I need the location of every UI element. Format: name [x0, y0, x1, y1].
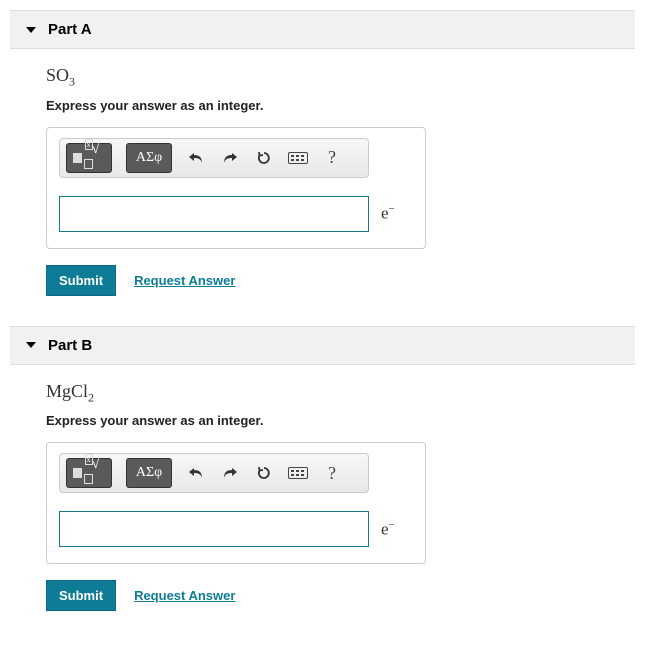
part-a-body: SO3 Express your answer as an integer. x… — [10, 49, 635, 306]
undo-icon — [188, 466, 204, 480]
part-b-actions: Submit Request Answer — [46, 580, 599, 611]
answer-unit: e− — [381, 203, 395, 224]
part-a-title: Part A — [48, 21, 92, 38]
greek-symbols-button[interactable]: ΑΣφ — [126, 458, 172, 488]
part-b-title: Part B — [48, 337, 92, 354]
caret-down-icon — [26, 342, 36, 348]
formula-base: SO — [46, 65, 69, 85]
part-b-section: Part B MgCl2 Express your answer as an i… — [10, 326, 635, 622]
request-answer-link[interactable]: Request Answer — [134, 273, 235, 288]
input-row: e− — [59, 511, 413, 547]
part-a-header[interactable]: Part A — [10, 10, 635, 49]
square-icon — [73, 468, 82, 478]
reset-icon — [256, 465, 272, 481]
redo-icon — [222, 151, 238, 165]
reset-icon — [256, 150, 272, 166]
answer-unit: e− — [381, 519, 395, 540]
unit-base: e — [381, 204, 389, 223]
unit-base: e — [381, 520, 389, 539]
answer-input[interactable] — [59, 511, 369, 547]
reset-button[interactable] — [254, 147, 274, 169]
answer-toolbar: x√ ΑΣφ ? — [59, 138, 369, 178]
undo-button[interactable] — [186, 462, 206, 484]
caret-down-icon — [26, 27, 36, 33]
radical-icon: x√ — [84, 456, 105, 490]
answer-toolbar: x√ ΑΣφ ? — [59, 453, 369, 493]
unit-sup: − — [389, 519, 395, 531]
keyboard-button[interactable] — [288, 462, 308, 484]
help-button[interactable]: ? — [322, 147, 342, 169]
part-b-header[interactable]: Part B — [10, 326, 635, 365]
keyboard-icon — [288, 152, 308, 164]
reset-button[interactable] — [254, 462, 274, 484]
undo-icon — [188, 151, 204, 165]
part-b-body: MgCl2 Express your answer as an integer.… — [10, 365, 635, 622]
help-button[interactable]: ? — [322, 462, 342, 484]
radical-icon: x√ — [84, 141, 105, 175]
redo-button[interactable] — [220, 147, 240, 169]
unit-sup: − — [389, 203, 395, 215]
part-a-answer-box: x√ ΑΣφ ? e− — [46, 127, 426, 249]
input-row: e− — [59, 196, 413, 232]
part-b-instruction: Express your answer as an integer. — [46, 413, 599, 428]
request-answer-link[interactable]: Request Answer — [134, 588, 235, 603]
undo-button[interactable] — [186, 147, 206, 169]
formula-sub: 2 — [88, 390, 94, 404]
formula-base: MgCl — [46, 381, 88, 401]
answer-input[interactable] — [59, 196, 369, 232]
templates-button[interactable]: x√ — [66, 143, 112, 173]
square-icon — [73, 153, 82, 163]
submit-button[interactable]: Submit — [46, 580, 116, 611]
part-b-answer-box: x√ ΑΣφ ? e− — [46, 442, 426, 564]
part-a-instruction: Express your answer as an integer. — [46, 98, 599, 113]
formula-sub: 3 — [69, 75, 75, 89]
keyboard-button[interactable] — [288, 147, 308, 169]
part-a-section: Part A SO3 Express your answer as an int… — [10, 10, 635, 306]
part-a-formula: SO3 — [46, 65, 599, 90]
submit-button[interactable]: Submit — [46, 265, 116, 296]
redo-icon — [222, 466, 238, 480]
part-a-actions: Submit Request Answer — [46, 265, 599, 296]
part-b-formula: MgCl2 — [46, 381, 599, 406]
templates-button[interactable]: x√ — [66, 458, 112, 488]
keyboard-icon — [288, 467, 308, 479]
greek-symbols-button[interactable]: ΑΣφ — [126, 143, 172, 173]
redo-button[interactable] — [220, 462, 240, 484]
